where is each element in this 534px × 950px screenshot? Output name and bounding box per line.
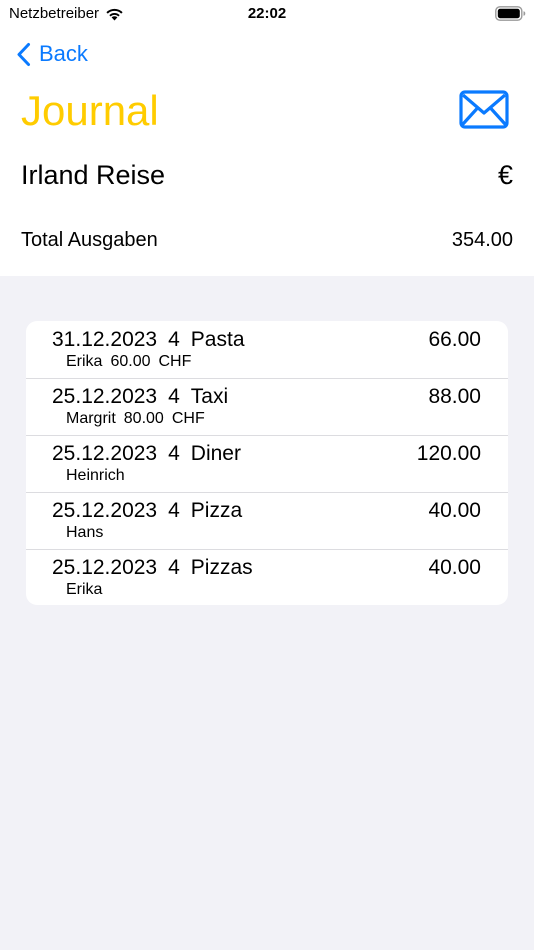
email-button[interactable]: [459, 90, 509, 129]
trip-name: Irland Reise: [21, 160, 166, 190]
entry-amount: 120.00: [416, 442, 481, 465]
entry-amount: 40.00: [428, 556, 481, 579]
header-panel: Netzbetreiber 22:02 Back Journal Irland …: [0, 0, 534, 276]
entry-date: 25.12.2023: [52, 499, 158, 522]
total-label: Total Ausgaben: [21, 229, 158, 251]
list-item[interactable]: 25.12.2023 4 Pizza 40.00 Hans: [26, 492, 508, 549]
back-label: Back: [39, 41, 88, 66]
entry-payer: Erika: [66, 581, 103, 598]
entry-item: Pasta: [190, 328, 245, 351]
entry-count: 4: [168, 442, 180, 465]
list-item[interactable]: 25.12.2023 4 Taxi 88.00 Margrit 80.00 CHF: [26, 378, 508, 435]
chevron-left-icon: [17, 42, 30, 66]
entry-date: 25.12.2023: [52, 442, 158, 465]
back-button[interactable]: Back: [16, 40, 88, 68]
entry-payer: Erika: [66, 353, 103, 370]
entry-date: 25.12.2023: [52, 385, 158, 408]
status-bar-time: 22:02: [247, 5, 287, 22]
total-value: 354.00: [451, 229, 513, 251]
entry-date: 25.12.2023: [52, 556, 158, 579]
entry-original-currency: CHF: [158, 353, 192, 370]
battery-icon: [495, 6, 526, 21]
entry-amount: 40.00: [428, 499, 481, 522]
page-title: Journal: [21, 87, 159, 134]
entry-original-currency: CHF: [171, 410, 205, 427]
envelope-icon: [459, 90, 509, 129]
entry-count: 4: [168, 556, 180, 579]
list-item[interactable]: 25.12.2023 4 Diner 120.00 Heinrich: [26, 435, 508, 492]
expense-list: 31.12.2023 4 Pasta 66.00 Erika 60.00 CHF 25.…: [26, 321, 508, 605]
entry-count: 4: [168, 499, 180, 522]
entry-payer: Margrit: [66, 410, 116, 427]
entry-count: 4: [168, 328, 180, 351]
list-item[interactable]: 31.12.2023 4 Pasta 66.00 Erika 60.00 CHF: [26, 321, 508, 378]
entry-original-amount: 60.00: [110, 353, 151, 370]
entry-amount: 88.00: [428, 385, 481, 408]
entry-payer: Hans: [66, 524, 104, 541]
list-item[interactable]: 25.12.2023 4 Pizzas 40.00 Erika: [26, 549, 508, 605]
entry-amount: 66.00: [428, 328, 481, 351]
currency-symbol: €: [497, 160, 513, 190]
entry-count: 4: [168, 385, 180, 408]
entry-date: 31.12.2023: [52, 328, 158, 351]
entry-item: Taxi: [190, 385, 229, 408]
entry-item: Pizza: [190, 499, 243, 522]
entry-payer: Heinrich: [66, 467, 125, 484]
entry-item: Pizzas: [190, 556, 253, 579]
entry-original-amount: 80.00: [123, 410, 164, 427]
entry-item: Diner: [190, 442, 241, 465]
